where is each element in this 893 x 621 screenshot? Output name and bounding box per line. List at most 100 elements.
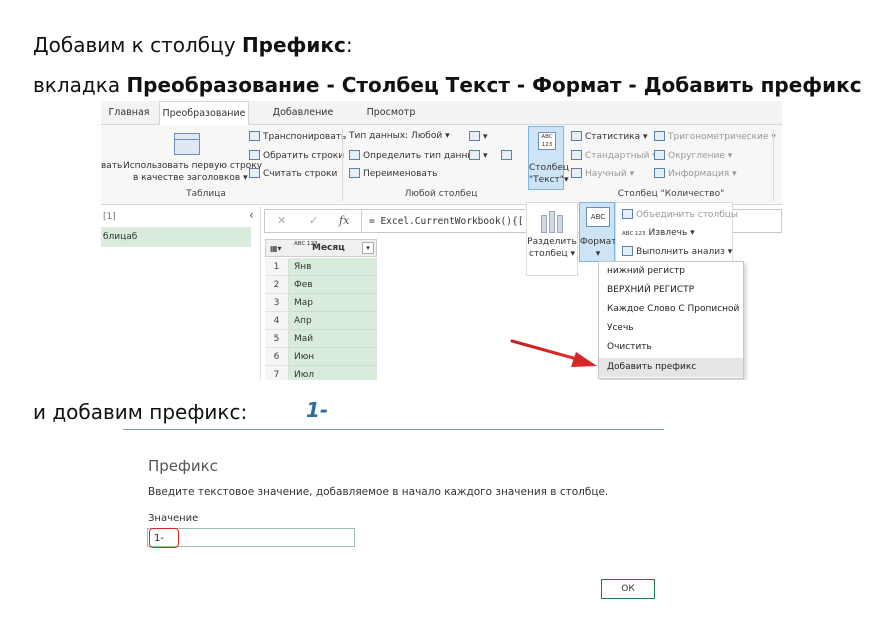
- cell-value: Май: [289, 330, 377, 348]
- ribbon: вать Использовать первую строку в качест…: [101, 125, 782, 205]
- use-first-row-button[interactable]: Использовать первую строку: [123, 161, 262, 172]
- transpose-label: Транспонировать: [263, 132, 347, 142]
- ribbon-tabs: Главная Преобразование Добавление столбц…: [101, 101, 782, 142]
- group-label-any-column: Любой столбец: [404, 189, 478, 199]
- count-rows-icon: [249, 168, 260, 178]
- menu-item-clean[interactable]: Очистить: [599, 338, 743, 357]
- ok-button[interactable]: ОК: [601, 579, 655, 599]
- formula-text[interactable]: = Excel.CurrentWorkbook(){[: [369, 216, 523, 227]
- info-label: Информация: [668, 169, 730, 179]
- collapse-pane-icon[interactable]: ‹: [249, 209, 254, 221]
- table-row[interactable]: 3 Мар: [265, 294, 377, 312]
- check-icon[interactable]: ✓: [309, 215, 318, 226]
- query-count: [1]: [103, 212, 116, 222]
- filter-dropdown-icon[interactable]: ▾: [362, 242, 374, 254]
- transpose-button[interactable]: Транспонировать: [249, 131, 346, 143]
- standard-button[interactable]: Стандартный ▾: [571, 150, 657, 162]
- ribbon-cut-label: вать: [101, 161, 123, 171]
- format-button[interactable]: ABC Формат ▾: [579, 202, 617, 262]
- tab-view[interactable]: Просмотр: [361, 101, 421, 125]
- tab-add-column[interactable]: Добавление столбца: [253, 101, 353, 142]
- merge-columns-button[interactable]: Объединить столбцы: [622, 209, 738, 221]
- abc-type-icon[interactable]: ABC 123: [294, 241, 318, 248]
- pivot-button[interactable]: [501, 150, 515, 162]
- cell-value: Янв: [289, 258, 377, 276]
- column-header[interactable]: Месяц: [312, 243, 345, 254]
- table-row[interactable]: 2 Фев: [265, 276, 377, 294]
- scientific-button[interactable]: Научный ▾: [571, 168, 634, 180]
- statistics-button[interactable]: Статистика ▾: [571, 131, 648, 143]
- instruction-text: Добавим к столбцу: [33, 33, 242, 57]
- rename-button[interactable]: Переименовать: [349, 168, 438, 180]
- extract-button[interactable]: ABC 123 Извлечь ▾: [622, 228, 695, 240]
- menu-item-add-prefix[interactable]: Добавить префикс: [599, 358, 743, 377]
- power-query-screenshot: Главная Преобразование Добавление столбц…: [101, 101, 782, 380]
- data-type-label: Тип данных: Любой: [349, 131, 443, 141]
- text-column-button[interactable]: ABC 123 Столбец "Текст"▾: [528, 126, 569, 190]
- menu-item-capitalize[interactable]: Каждое Слово С Прописной: [599, 300, 743, 319]
- pivot-icon: [501, 150, 512, 160]
- row-number: 2: [265, 276, 289, 294]
- replace-values-button[interactable]: ▾: [469, 131, 488, 143]
- table-menu-icon[interactable]: ▦▾: [270, 243, 282, 254]
- chevron-down-icon: ▾: [595, 249, 601, 259]
- text-column-label-line1: Столбец: [529, 163, 569, 173]
- cell-value: Июн: [289, 348, 377, 366]
- standard-label: Стандартный: [585, 151, 650, 161]
- standard-icon: [571, 150, 582, 160]
- fill-button[interactable]: ▾: [469, 150, 488, 162]
- field-label: Значение: [148, 513, 199, 524]
- table-row[interactable]: 5 Май: [265, 330, 377, 348]
- table-row[interactable]: 1 Янв: [265, 258, 377, 276]
- analyze-button[interactable]: Выполнить анализ ▾: [622, 246, 732, 258]
- scientific-label: Научный: [585, 169, 627, 179]
- rename-label: Переименовать: [363, 169, 438, 179]
- cancel-icon[interactable]: ✕: [277, 215, 286, 226]
- instruction-line-2: вкладка Преобразование - Столбец Текст -…: [33, 73, 862, 97]
- table-row[interactable]: 7 Июл: [265, 366, 377, 380]
- format-menu: нижний регистр ВЕРХНИЙ РЕГИСТР Каждое Сл…: [598, 261, 744, 379]
- table-row[interactable]: 4 Апр: [265, 312, 377, 330]
- detect-type-button[interactable]: Определить тип данных: [349, 150, 480, 162]
- row-number: 7: [265, 366, 289, 380]
- extract-label: Извлечь: [648, 228, 688, 238]
- dialog-title: Префикс: [148, 457, 218, 475]
- instruction-text: :: [345, 33, 353, 57]
- group-label-table: Таблица: [186, 189, 226, 199]
- rounding-label: Округление: [668, 151, 725, 161]
- rename-icon: [349, 168, 360, 178]
- rounding-button[interactable]: Округление ▾: [654, 150, 732, 162]
- reverse-rows-button[interactable]: Обратить строки: [249, 150, 344, 162]
- queries-pane: [1] ‹ блицаб: [101, 206, 261, 380]
- split-column-icon: [541, 211, 563, 233]
- menu-item-trim[interactable]: Усечь: [599, 319, 743, 338]
- statistics-label: Статистика: [585, 132, 641, 142]
- menu-item-uppercase[interactable]: ВЕРХНИЙ РЕГИСТР: [599, 281, 743, 300]
- count-rows-label: Считать строки: [263, 169, 338, 179]
- ribbon-separator: [342, 129, 343, 201]
- info-button[interactable]: Информация ▾: [654, 168, 737, 180]
- tab-transform[interactable]: Преобразование: [159, 101, 249, 125]
- abc-extract-icon: ABC 123: [622, 231, 646, 237]
- detect-type-icon: [349, 150, 360, 160]
- trig-button[interactable]: Тригонометрические ▾: [654, 131, 776, 143]
- text-column-label: "Текст": [529, 175, 564, 185]
- table-row[interactable]: 6 Июн: [265, 348, 377, 366]
- replace-values-icon: [469, 131, 480, 141]
- split-column-button[interactable]: Разделить столбец ▾: [526, 202, 578, 276]
- menu-item-lowercase[interactable]: нижний регистр: [599, 262, 743, 281]
- count-rows-button[interactable]: Считать строки: [249, 168, 337, 180]
- data-type-dropdown[interactable]: Тип данных: Любой ▾: [349, 131, 450, 142]
- reverse-rows-label: Обратить строки: [263, 151, 345, 161]
- query-item-label: блицаб: [103, 232, 138, 242]
- fx-icon[interactable]: fx: [339, 215, 349, 226]
- cell-value: Июл: [289, 366, 377, 380]
- transpose-icon: [249, 131, 260, 141]
- analyze-icon: [622, 246, 633, 256]
- tab-home[interactable]: Главная: [105, 101, 153, 125]
- value-field-text[interactable]: 1-: [149, 528, 179, 548]
- rounding-icon: [654, 150, 665, 160]
- query-item[interactable]: блицаб: [101, 227, 251, 247]
- use-first-row-button-line2[interactable]: в качестве заголовков ▾: [133, 173, 248, 184]
- dialog-top-border: [123, 429, 664, 430]
